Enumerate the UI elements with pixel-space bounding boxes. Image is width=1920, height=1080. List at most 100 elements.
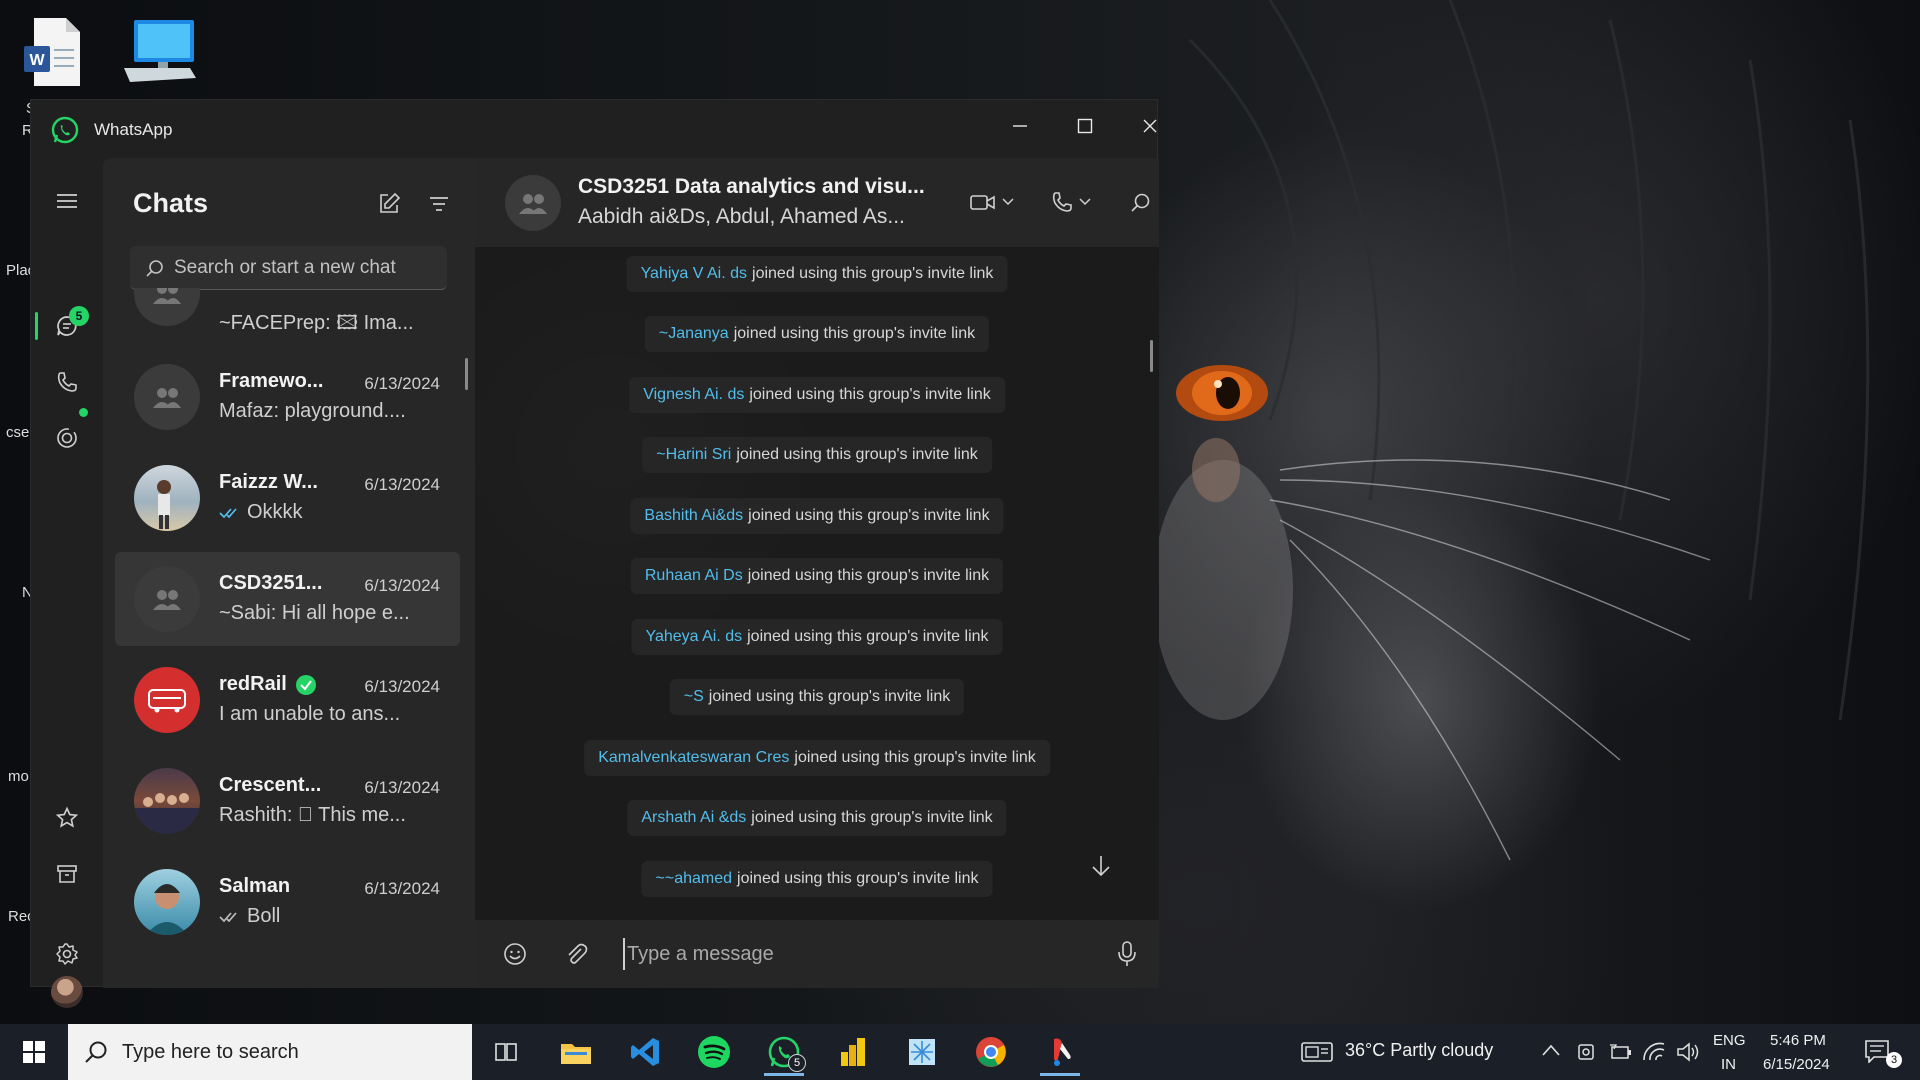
chat-last-message: ~FACEPrep: 🖾 Ima... bbox=[219, 312, 414, 334]
archived-chats-button[interactable] bbox=[47, 854, 87, 894]
settings-button[interactable] bbox=[47, 934, 87, 974]
wifi-icon[interactable] bbox=[1642, 1042, 1666, 1062]
participant-name[interactable]: Vignesh Ai. ds bbox=[643, 386, 744, 404]
group-icon bbox=[153, 288, 181, 304]
volume-icon[interactable] bbox=[1676, 1041, 1700, 1063]
language-indicator-bottom[interactable]: IN bbox=[1721, 1056, 1736, 1073]
chat-list-scrollbar[interactable] bbox=[465, 358, 468, 390]
conversation-header[interactable]: CSD3251 Data analytics and visu... Aabid… bbox=[475, 158, 1159, 248]
group-avatar[interactable] bbox=[505, 175, 561, 231]
participant-name[interactable]: Bashith Ai&ds bbox=[644, 507, 743, 525]
participant-name[interactable]: ~Jananya bbox=[659, 325, 729, 343]
voice-message-button[interactable] bbox=[1107, 934, 1147, 974]
chat-last-message-row: Boll bbox=[219, 905, 280, 928]
starred-messages-button[interactable] bbox=[47, 798, 87, 838]
chat-date: 6/13/2024 bbox=[364, 374, 440, 393]
minimize-button[interactable] bbox=[994, 106, 1046, 146]
this-pc-icon[interactable] bbox=[120, 16, 200, 88]
language-indicator-top[interactable]: ENG bbox=[1713, 1032, 1746, 1049]
meet-now-icon[interactable] bbox=[1576, 1041, 1598, 1063]
filter-chats-button[interactable] bbox=[421, 186, 457, 222]
search-input[interactable] bbox=[174, 256, 434, 279]
system-message: ~Jananya joined using this group's invite… bbox=[644, 316, 990, 352]
whatsapp-taskbar-button[interactable]: 5 bbox=[756, 1028, 812, 1076]
window-titlebar[interactable]: WhatsApp bbox=[31, 100, 1157, 158]
weather-icon[interactable] bbox=[1300, 1040, 1334, 1064]
chat-date: 6/13/2024 bbox=[364, 778, 440, 797]
system-message-text: joined using this group's invite link bbox=[748, 507, 990, 524]
chat-list-item[interactable]: Faizzz W... 6/13/2024 Okkkk bbox=[115, 451, 460, 545]
nav-calls-button[interactable] bbox=[47, 362, 87, 402]
message-input[interactable] bbox=[623, 938, 1083, 970]
chat-list-item[interactable]: ~FACEPrep: 🖾 Ima... bbox=[115, 288, 460, 348]
profile-avatar[interactable] bbox=[51, 976, 83, 1008]
chat-list-item[interactable]: Framewo... 6/13/2024 Mafaz: playground..… bbox=[115, 350, 460, 444]
system-message-text: joined using this group's invite link bbox=[737, 870, 979, 887]
paperclip-icon bbox=[568, 943, 588, 964]
start-button[interactable] bbox=[10, 1032, 58, 1072]
group-avatar bbox=[134, 566, 200, 632]
message-area[interactable]: Yahiya V Ai. ds joined using this group's… bbox=[475, 248, 1159, 920]
clock-date[interactable]: 6/15/2024 bbox=[1763, 1056, 1830, 1073]
voice-call-button[interactable] bbox=[1045, 180, 1097, 224]
video-call-button[interactable] bbox=[961, 180, 1023, 224]
chat-list-item[interactable]: Salman 6/13/2024 Boll bbox=[115, 855, 460, 949]
taskbar: Type here to search 5 36°C Partly cloudy bbox=[0, 1024, 1920, 1080]
taskbar-search-box[interactable]: Type here to search bbox=[68, 1024, 472, 1080]
scroll-to-bottom-button[interactable] bbox=[1083, 848, 1119, 884]
windows-logo-icon bbox=[23, 1041, 45, 1063]
power-bi-button[interactable] bbox=[825, 1028, 881, 1076]
chrome-button[interactable] bbox=[963, 1028, 1019, 1076]
attach-button[interactable] bbox=[556, 934, 596, 974]
participant-name[interactable]: ~Harini Sri bbox=[656, 446, 731, 464]
system-message-text: joined using this group's invite link bbox=[751, 809, 993, 826]
chat-name: redRail bbox=[219, 673, 287, 695]
snipping-tool-button[interactable] bbox=[894, 1028, 950, 1076]
participant-name[interactable]: Ruhaan Ai Ds bbox=[645, 567, 743, 585]
participant-name[interactable]: Yahiya V Ai. ds bbox=[641, 265, 747, 283]
participant-name[interactable]: Kamalvenkateswaran Cres bbox=[598, 749, 789, 767]
participant-name[interactable]: ~~ahamed bbox=[656, 870, 733, 888]
filter-icon bbox=[430, 197, 448, 211]
weather-text[interactable]: 36°C Partly cloudy bbox=[1345, 1040, 1493, 1061]
snipping-tool-icon bbox=[909, 1039, 935, 1065]
task-view-button[interactable] bbox=[478, 1028, 534, 1076]
battery-icon[interactable] bbox=[1608, 1042, 1632, 1062]
double-check-icon bbox=[219, 507, 237, 518]
file-explorer-button[interactable] bbox=[548, 1028, 604, 1076]
active-nav-indicator bbox=[35, 312, 38, 340]
message-scrollbar[interactable] bbox=[1150, 340, 1153, 372]
chat-last-message: I am unable to ans... bbox=[219, 703, 401, 725]
menu-button[interactable] bbox=[47, 181, 87, 221]
chat-list-item-active[interactable]: CSD3251... 6/13/2024 ~Sabi: Hi all hope … bbox=[115, 552, 460, 646]
nav-status-button[interactable] bbox=[47, 418, 87, 458]
group-avatar bbox=[134, 768, 200, 834]
participant-name[interactable]: Yaheya Ai. ds bbox=[645, 628, 742, 646]
clock-time[interactable]: 5:46 PM bbox=[1770, 1032, 1826, 1049]
chevron-down-icon bbox=[1079, 198, 1091, 206]
chat-name: CSD3251... bbox=[219, 572, 323, 594]
search-in-chat-button[interactable] bbox=[1129, 180, 1153, 224]
word-document-icon[interactable]: W bbox=[22, 16, 82, 88]
new-chat-button[interactable] bbox=[371, 186, 407, 222]
menu-icon bbox=[57, 194, 77, 208]
paint-app-button[interactable] bbox=[1032, 1028, 1088, 1076]
spotify-button[interactable] bbox=[686, 1028, 742, 1076]
show-hidden-icons-button[interactable] bbox=[1542, 1044, 1560, 1056]
task-view-icon bbox=[495, 1043, 517, 1061]
chat-list-item[interactable]: redRail 6/13/2024 I am unable to ans... bbox=[115, 653, 460, 747]
business-avatar bbox=[134, 667, 200, 733]
vscode-button[interactable] bbox=[617, 1028, 673, 1076]
participant-name[interactable]: Arshath Ai &ds bbox=[641, 809, 746, 827]
maximize-button[interactable] bbox=[1059, 106, 1111, 146]
chat-date: 6/13/2024 bbox=[364, 677, 440, 696]
chat-list-item[interactable]: Crescent... 6/13/2024 Rashith: ⃠ This me… bbox=[115, 754, 460, 848]
vscode-icon bbox=[631, 1038, 659, 1066]
participant-name[interactable]: ~S bbox=[684, 688, 704, 706]
emoji-button[interactable] bbox=[495, 934, 535, 974]
close-button[interactable] bbox=[1124, 106, 1176, 146]
search-box[interactable] bbox=[130, 246, 447, 290]
whatsapp-window: WhatsApp 5 Chats Search or start a new c… bbox=[30, 99, 1159, 1008]
system-message: Ruhaan Ai Ds joined using this group's in… bbox=[630, 558, 1004, 594]
group-photo bbox=[134, 793, 200, 834]
